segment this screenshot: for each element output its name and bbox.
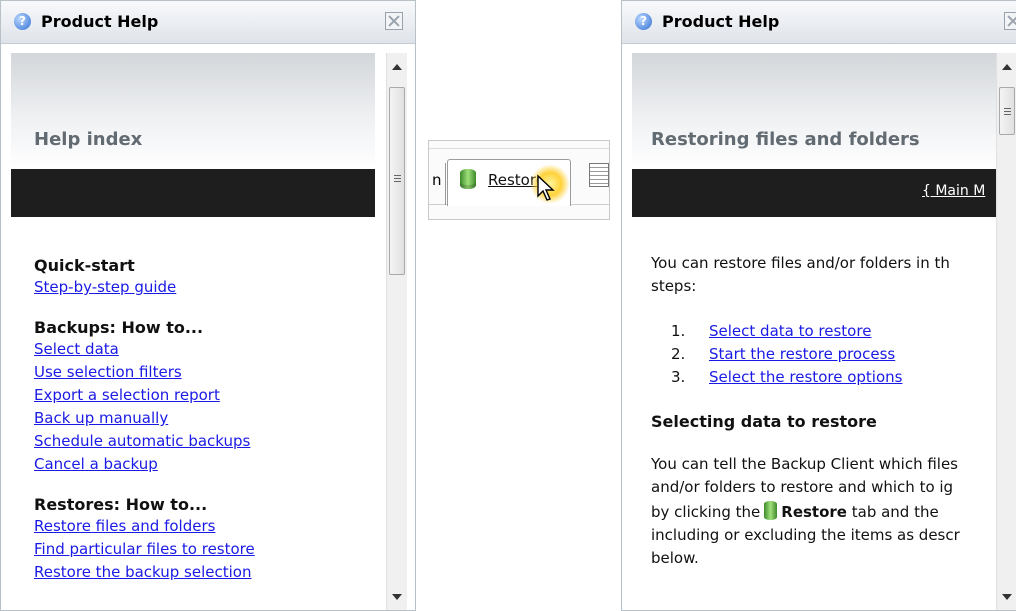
- link-start-restore-process[interactable]: Start the restore process: [709, 345, 895, 363]
- database-icon: [764, 501, 778, 520]
- intro-line-2: steps:: [651, 277, 697, 295]
- intro-line-1: You can restore files and/or folders in …: [651, 254, 950, 272]
- title-bar: ? Product Help: [1, 1, 415, 44]
- link-step-by-step[interactable]: Step-by-step guide: [34, 276, 255, 299]
- body-line-restore: by clicking the Restore tab and the: [651, 501, 939, 521]
- scroll-up-arrow-icon[interactable]: [1002, 64, 1012, 70]
- nav-band: [11, 169, 375, 217]
- body-line: below.: [651, 549, 699, 567]
- step-item: 2. Start the restore process: [671, 345, 896, 363]
- link-export-report[interactable]: Export a selection report: [34, 384, 255, 407]
- link-back-up-manually[interactable]: Back up manually: [34, 407, 255, 430]
- link-select-restore-options[interactable]: Select the restore options: [709, 368, 902, 386]
- vertical-scrollbar[interactable]: [386, 53, 407, 610]
- close-icon[interactable]: [385, 12, 403, 30]
- article-content: You can restore files and/or folders in …: [651, 252, 960, 570]
- step-item: 3. Select the restore options: [671, 368, 903, 386]
- link-restore-files[interactable]: Restore files and folders: [34, 515, 255, 538]
- scroll-down-arrow-icon[interactable]: [392, 594, 402, 600]
- tab-restore[interactable]: Restore: [447, 159, 571, 206]
- page-title: Restoring files and folders: [651, 129, 920, 150]
- link-cancel-backup[interactable]: Cancel a backup: [34, 453, 255, 476]
- header-band: [11, 53, 375, 169]
- database-icon: [460, 169, 476, 189]
- link-select-data[interactable]: Select data: [34, 338, 255, 361]
- scroll-thumb[interactable]: [999, 87, 1015, 135]
- help-index-content: Quick-start Step-by-step guide Backups: …: [34, 255, 255, 584]
- main-menu-link[interactable]: { Main M: [922, 183, 985, 199]
- section-title-restores: Restores: How to...: [34, 495, 208, 514]
- link-find-files[interactable]: Find particular files to restore: [34, 538, 255, 561]
- body-line: You can tell the Backup Client which fil…: [651, 455, 959, 473]
- body-line: and/or folders to restore and which to i…: [651, 478, 954, 496]
- help-icon: ?: [14, 13, 31, 30]
- section-heading: Selecting data to restore: [651, 412, 877, 431]
- vertical-scrollbar[interactable]: [996, 53, 1016, 610]
- link-select-data-to-restore[interactable]: Select data to restore: [709, 322, 871, 340]
- mouse-pointer-icon: [537, 174, 555, 201]
- title-bar: ? Product Help: [622, 1, 1016, 44]
- step-item: 1. Select data to restore: [671, 322, 872, 340]
- section-title-backups: Backups: How to...: [34, 318, 204, 337]
- document-icon[interactable]: [589, 163, 609, 187]
- previous-tab-fragment[interactable]: n: [432, 171, 442, 189]
- window-title: Product Help: [662, 12, 780, 31]
- header-band: [632, 53, 996, 169]
- help-icon: ?: [635, 13, 652, 30]
- scroll-down-arrow-icon[interactable]: [1002, 594, 1012, 600]
- link-schedule-backups[interactable]: Schedule automatic backups: [34, 430, 255, 453]
- help-window-left: ? Product Help Help index Quick-start St…: [0, 0, 416, 611]
- tab-strip-zoom: n Restore: [428, 140, 610, 220]
- close-icon[interactable]: [1004, 12, 1016, 30]
- scroll-thumb[interactable]: [389, 87, 405, 275]
- help-window-right: ? Product Help Restoring files and folde…: [621, 0, 1016, 611]
- page-title: Help index: [34, 129, 143, 150]
- link-restore-selection[interactable]: Restore the backup selection: [34, 561, 255, 584]
- window-title: Product Help: [41, 12, 159, 31]
- section-title-quickstart: Quick-start: [34, 256, 135, 275]
- scroll-up-arrow-icon[interactable]: [392, 64, 402, 70]
- link-selection-filters[interactable]: Use selection filters: [34, 361, 255, 384]
- body-line: including or excluding the items as desc…: [651, 526, 960, 544]
